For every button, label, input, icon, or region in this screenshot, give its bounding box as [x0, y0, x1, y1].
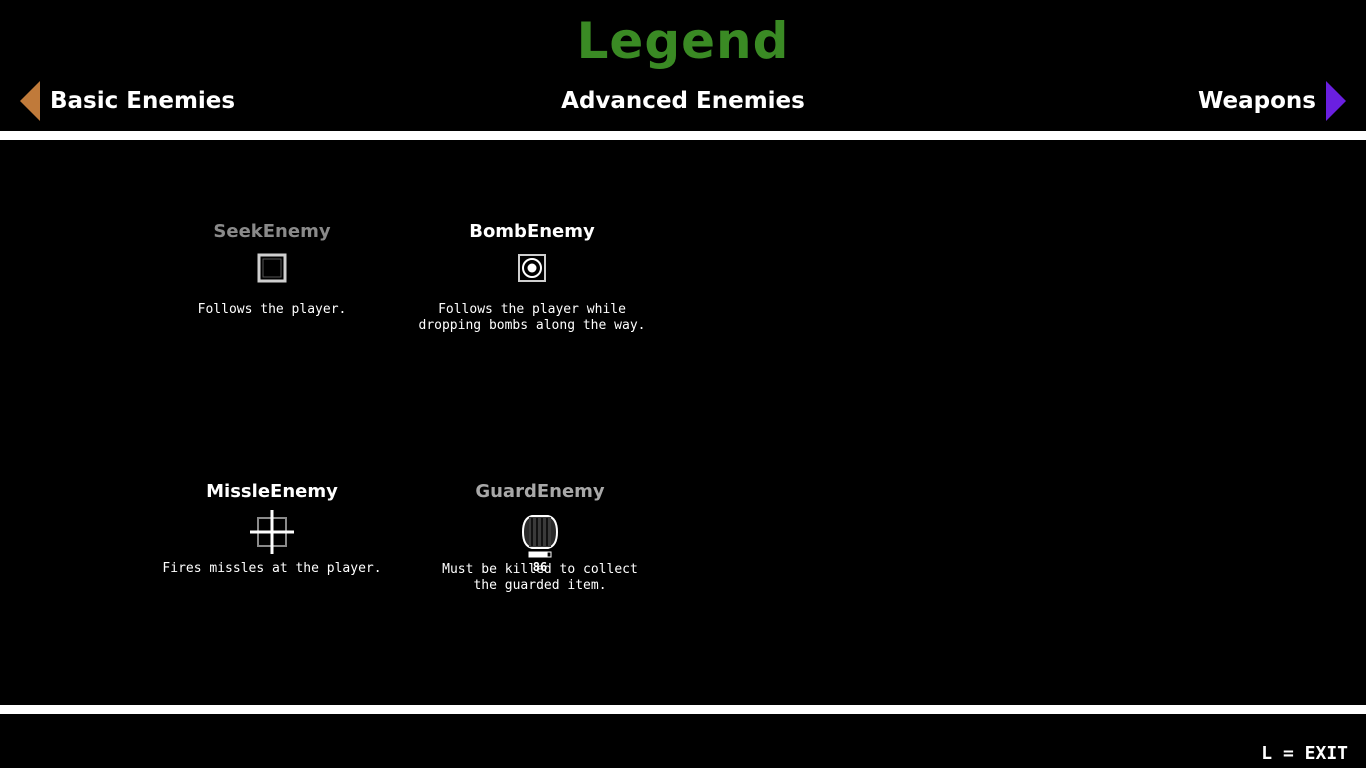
- guard-health-value: 86: [532, 560, 548, 574]
- enemy-card-missle: MissleEnemy Fires missles at the player.: [142, 480, 402, 577]
- enemy-card-guard: GuardEnemy 86 Must be killed to collect …: [410, 480, 670, 594]
- enemy-description: Follows the player.: [197, 302, 347, 317]
- top-divider: [0, 131, 1366, 140]
- guard-health-bar-fill: [529, 552, 548, 557]
- legend-title: Legend: [576, 12, 790, 70]
- triangle-right-icon[interactable]: [1326, 81, 1346, 121]
- enemy-description: Fires missles at the player.: [162, 561, 382, 576]
- bottom-divider: [0, 705, 1366, 714]
- enemy-name: SeekEnemy: [213, 221, 331, 242]
- exit-hint: L = EXIT: [1261, 743, 1348, 764]
- enemy-name: MissleEnemy: [206, 481, 338, 502]
- guard-enemy-barrel-icon: 86: [510, 508, 570, 574]
- bomb-enemy-target-icon: [502, 248, 562, 300]
- enemy-name: BombEnemy: [469, 221, 595, 242]
- enemy-card-seek: SeekEnemy Follows the player.: [142, 220, 402, 318]
- nav-next-label[interactable]: Weapons: [1198, 84, 1316, 118]
- seek-enemy-square-icon: [242, 248, 302, 300]
- current-page-title: Advanced Enemies: [561, 88, 805, 114]
- nav-next-weapons[interactable]: Weapons: [1198, 81, 1346, 121]
- enemy-name: GuardEnemy: [475, 481, 605, 502]
- enemy-card-bomb: BombEnemy Follows the player while dropp…: [402, 220, 662, 334]
- missle-enemy-crosshair-icon: [242, 508, 302, 560]
- enemy-description: Follows the player while dropping bombs …: [418, 302, 646, 333]
